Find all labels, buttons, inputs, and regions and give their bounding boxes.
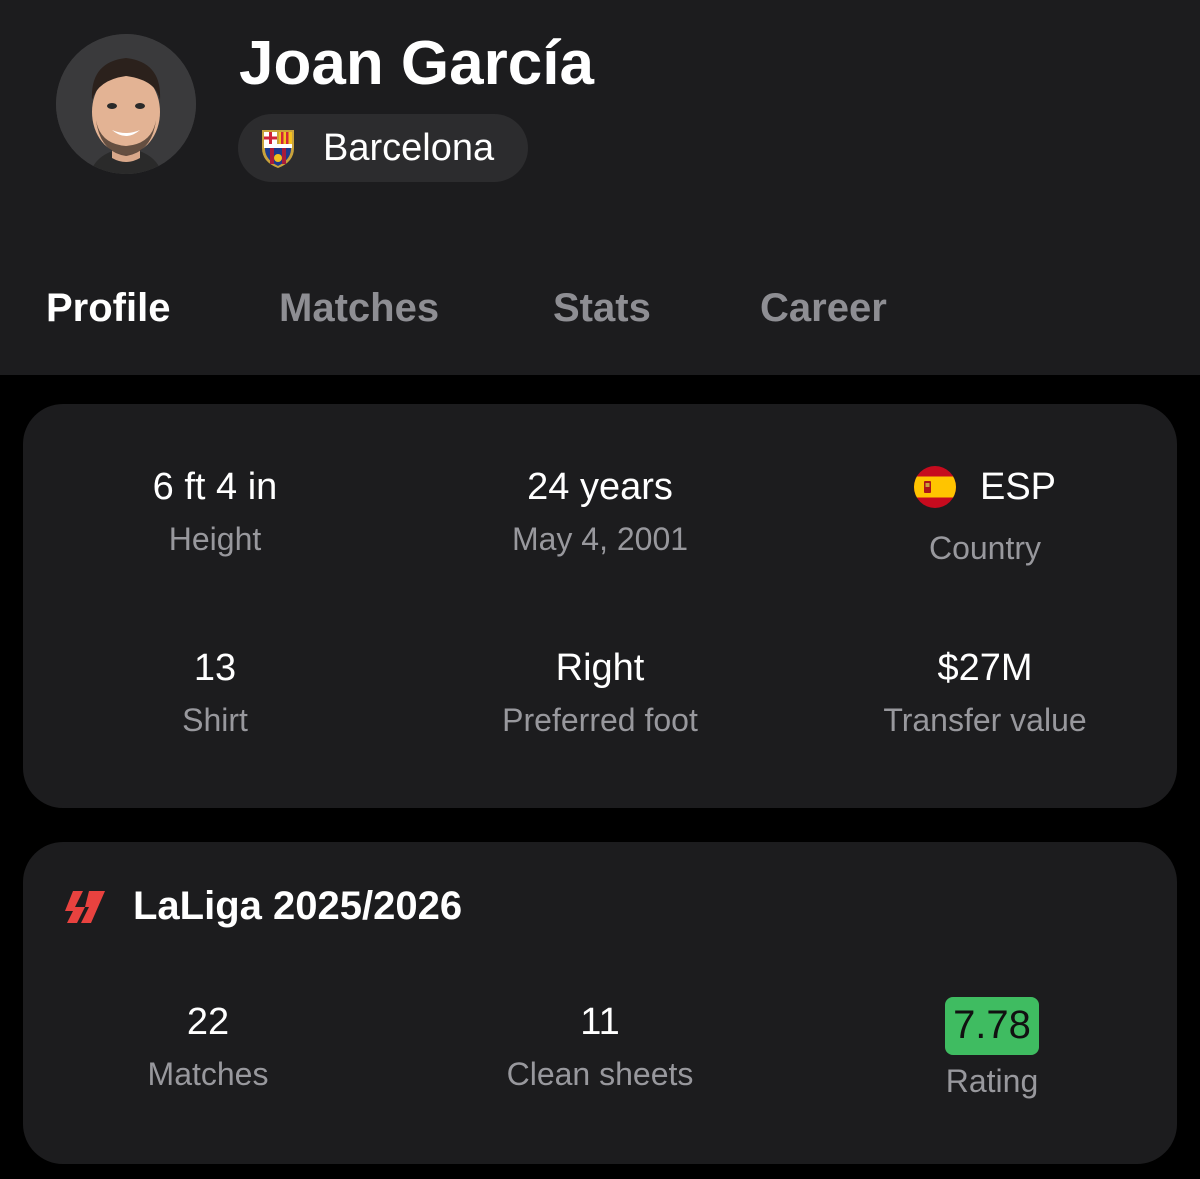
tab-profile[interactable]: Profile [46,280,170,336]
tab-career[interactable]: Career [760,280,887,336]
player-header: Joan García Barcelona Profile Matches St… [0,0,1200,375]
tab-bar: Profile Matches Stats Career [0,280,1200,336]
team-link[interactable]: Barcelona [238,114,528,182]
team-name: Barcelona [323,126,495,169]
league-stats-card[interactable]: LaLiga 2025/2026 22 Matches 11 Clean she… [23,842,1177,1164]
height-value: 6 ft 4 in [152,466,278,508]
barcelona-crest-icon [262,130,294,168]
league-name: LaLiga 2025/2026 [133,884,463,928]
country-label: Country [928,530,1042,566]
player-name: Joan García [239,29,594,98]
laliga-logo-icon [65,890,105,923]
player-avatar [56,34,196,174]
foot-value: Right [555,647,645,689]
rating-badge: 7.78 [945,997,1039,1055]
tab-stats[interactable]: Stats [553,280,651,336]
foot-label: Preferred foot [502,702,698,738]
country-cell[interactable]: ESP Country [795,464,1175,568]
birth-date: May 4, 2001 [511,521,689,557]
matches-stat: 22 Matches [18,999,398,1094]
shirt-value: 13 [193,647,237,689]
country-value: ESP [979,466,1057,508]
rating-stat: 7.78 Rating [802,997,1182,1101]
matches-label: Matches [147,1056,269,1092]
shirt-label: Shirt [182,702,248,738]
clean-sheets-stat: 11 Clean sheets [410,999,790,1094]
rating-label: Rating [945,1063,1039,1099]
tab-matches[interactable]: Matches [279,280,439,336]
foot-cell: Right Preferred foot [410,645,790,740]
age-cell: 24 years May 4, 2001 [410,464,790,559]
shirt-cell: 13 Shirt [25,645,405,740]
transfer-cell: $27M Transfer value [795,645,1175,740]
player-info-card: 6 ft 4 in Height 24 years May 4, 2001 ES… [23,404,1177,808]
age-value: 24 years [527,466,673,508]
transfer-value: $27M [937,647,1033,689]
matches-value: 22 [186,1001,230,1043]
clean-sheets-value: 11 [580,1001,620,1043]
height-cell: 6 ft 4 in Height [25,464,405,559]
spain-flag-icon [913,466,956,508]
clean-sheets-label: Clean sheets [506,1056,694,1092]
transfer-label: Transfer value [883,702,1087,738]
height-label: Height [168,521,262,557]
league-header: LaLiga 2025/2026 [63,884,462,929]
